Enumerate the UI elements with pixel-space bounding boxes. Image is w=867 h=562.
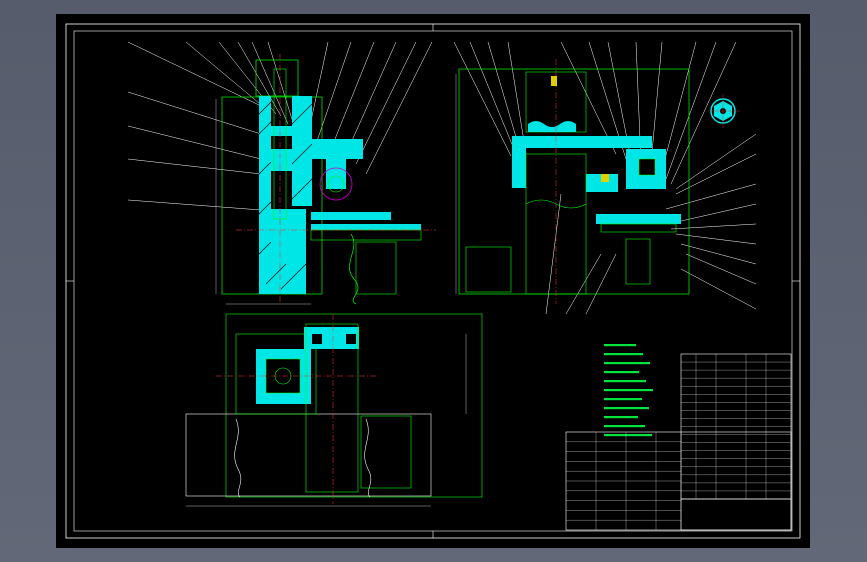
parts-list-upper-rows — [681, 361, 791, 492]
side-base-block — [465, 246, 512, 293]
base-section — [266, 209, 306, 294]
requirement-line — [604, 353, 643, 356]
work-table — [311, 224, 421, 230]
table-slide — [311, 212, 391, 220]
requirement-line — [604, 416, 638, 419]
front-section-view — [127, 41, 436, 305]
plan-break-line-left — [234, 418, 242, 498]
plan-slide — [360, 415, 412, 489]
yellow-key — [551, 76, 557, 86]
sheet-inner-border — [73, 30, 793, 532]
plan-bolt-hole-right — [346, 334, 356, 344]
side-table-section — [596, 214, 681, 224]
break-line-front — [349, 233, 359, 305]
cad-drawing — [65, 23, 801, 539]
technical-requirements — [604, 344, 653, 437]
mid-web-section — [270, 126, 292, 136]
plan-break-line-right — [364, 418, 372, 498]
side-table-slide — [600, 223, 677, 233]
plan-bolt-hole-left — [312, 334, 322, 344]
side-section-view — [453, 41, 757, 315]
requirement-line — [604, 380, 646, 383]
drawing-sheet — [56, 14, 810, 548]
yellow-nut — [601, 174, 609, 182]
gear-box-core — [638, 158, 656, 176]
requirement-line — [604, 398, 642, 401]
bracket-section — [512, 148, 526, 188]
break-section-top — [528, 121, 576, 132]
requirement-line — [604, 434, 652, 437]
plan-bed — [185, 413, 432, 497]
t-stem-section — [326, 159, 346, 189]
requirement-line — [604, 407, 649, 410]
parts-list-lower-rows — [566, 441, 681, 521]
table-base — [310, 229, 422, 241]
bearing-block-section — [262, 149, 296, 171]
cylinder — [625, 238, 651, 285]
requirement-line — [604, 344, 636, 347]
sheet-border — [65, 23, 801, 539]
table-support — [355, 241, 397, 295]
requirement-line — [604, 362, 650, 365]
t-head-section — [308, 139, 363, 159]
plan-column — [305, 323, 359, 493]
plan-view — [185, 313, 483, 507]
requirement-line — [604, 371, 639, 374]
requirement-line — [604, 389, 653, 392]
upper-plate-section — [512, 136, 652, 148]
detail-view — [708, 94, 740, 128]
cad-viewport — [0, 0, 867, 562]
title-block — [680, 498, 792, 531]
requirement-line — [604, 425, 645, 428]
parts-list — [565, 353, 792, 531]
